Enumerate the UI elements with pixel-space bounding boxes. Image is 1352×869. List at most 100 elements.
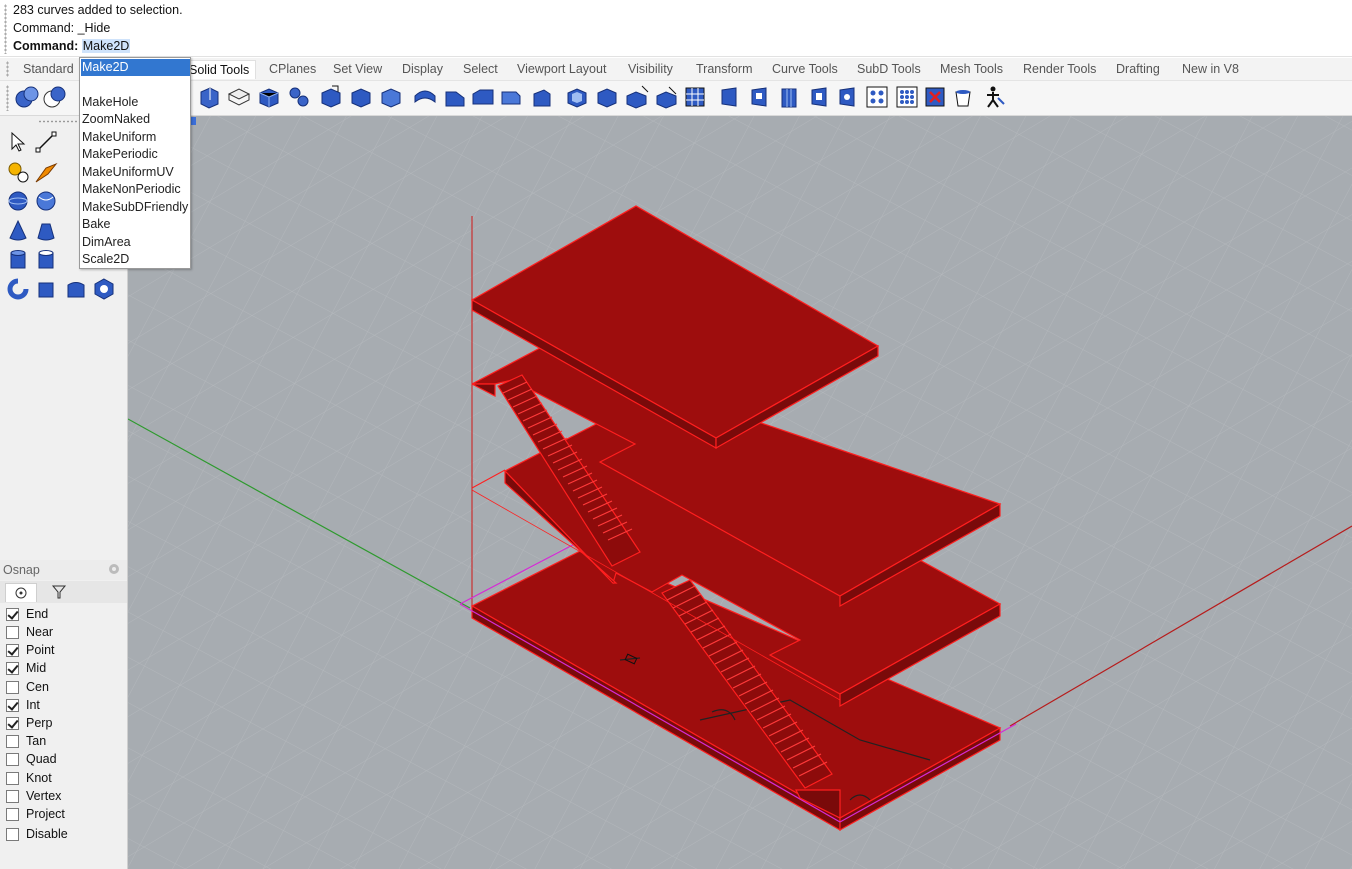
checkbox-quad[interactable] (6, 753, 19, 766)
autocomplete-item-scale2d[interactable]: Scale2D (81, 251, 190, 268)
wire-cut-icon[interactable] (654, 84, 680, 110)
osnap-panel-header: Osnap (0, 560, 127, 580)
cone-icon[interactable] (6, 218, 30, 242)
box-icon[interactable] (256, 84, 282, 110)
osnap-tabs (0, 581, 127, 603)
tower-icon[interactable] (776, 84, 802, 110)
tab-new-in-v8[interactable]: New in V8 (1182, 62, 1239, 76)
perspective-viewport[interactable] (128, 116, 1352, 869)
extrude-face-icon[interactable] (594, 84, 620, 110)
tab-display[interactable]: Display (402, 62, 443, 76)
checkbox-end[interactable] (6, 608, 19, 621)
tube-icon[interactable] (34, 248, 58, 272)
cylinder-icon[interactable] (6, 248, 30, 272)
autocomplete-item-dimarea[interactable]: DimArea (81, 234, 190, 251)
autocomplete-item-makeuniform[interactable]: MakeUniform (81, 129, 190, 146)
tab-solid-tools[interactable]: Solid Tools (182, 60, 257, 79)
tab-standard[interactable]: Standard (23, 62, 74, 76)
checkbox-disable[interactable] (6, 828, 19, 841)
tab-render-tools[interactable]: Render Tools (1023, 62, 1096, 76)
gear-tools-icon[interactable] (6, 160, 30, 184)
fillet-edge-icon[interactable] (412, 84, 438, 110)
autocomplete-item-make2d[interactable]: Make2D (81, 59, 190, 76)
variable-fillet-icon[interactable] (470, 84, 496, 110)
checkbox-project[interactable] (6, 808, 19, 821)
command-input[interactable]: Make2D (81, 39, 131, 53)
tab-transform[interactable]: Transform (696, 62, 753, 76)
checkbox-tan[interactable] (6, 735, 19, 748)
chamfer-edge-icon[interactable] (442, 84, 468, 110)
tab-select[interactable]: Select (463, 62, 498, 76)
extrude-surface-icon[interactable] (64, 277, 88, 301)
autocomplete-item-makenonperiodic[interactable]: MakeNonPeriodic (81, 181, 190, 198)
osnap-target-icon[interactable] (5, 583, 37, 602)
command-autocomplete-list: Make2D MakeHole ZoomNaked MakeUniform Ma… (79, 57, 191, 269)
select-arrow-icon[interactable] (6, 130, 30, 154)
tab-set-view[interactable]: Set View (333, 62, 382, 76)
command-area: 283 curves added to selection. Command: … (0, 0, 1352, 58)
cap-icon[interactable] (530, 84, 556, 110)
explode-icon[interactable] (34, 160, 58, 184)
command-prompt[interactable]: Command: Make2D (13, 37, 131, 55)
tab-viewport-layout[interactable]: Viewport Layout (517, 62, 606, 76)
tab-drafting[interactable]: Drafting (1116, 62, 1160, 76)
autocomplete-item-bake[interactable]: Bake (81, 216, 190, 233)
cube-faces-icon[interactable] (378, 84, 404, 110)
pipe-icon[interactable] (6, 277, 30, 301)
sphere-icon[interactable] (6, 189, 30, 213)
nut-icon[interactable] (92, 277, 116, 301)
viewport-canvas[interactable] (128, 116, 1352, 869)
checkbox-vertex[interactable] (6, 790, 19, 803)
tab-mesh-tools[interactable]: Mesh Tools (940, 62, 1003, 76)
split-face-icon[interactable] (624, 84, 650, 110)
command-grip[interactable] (4, 4, 7, 54)
boolean-union-icon[interactable] (42, 84, 68, 110)
grid-solid-icon[interactable] (682, 84, 708, 110)
tab-visibility[interactable]: Visibility (628, 62, 673, 76)
autocomplete-item-makeperiodic[interactable]: MakePeriodic (81, 146, 190, 163)
sphere-icon[interactable] (14, 84, 40, 110)
extrude-solid-icon[interactable] (34, 277, 58, 301)
autocomplete-item-zoomnaked[interactable]: ZoomNaked (81, 111, 190, 128)
ellipsoid-icon[interactable] (34, 189, 58, 213)
tab-cplanes[interactable]: CPlanes (269, 62, 316, 76)
checkbox-cen[interactable] (6, 681, 19, 694)
autocomplete-item-makesubdfriendly[interactable]: MakeSubDFriendly (81, 199, 190, 216)
cube-icon[interactable] (348, 84, 374, 110)
figure-icon[interactable] (980, 84, 1006, 110)
panel-window-icon[interactable] (806, 84, 832, 110)
extract-surface-icon[interactable] (196, 84, 222, 110)
delete-hole-icon[interactable] (922, 84, 948, 110)
checkbox-int[interactable] (6, 699, 19, 712)
tabbar-grip[interactable] (6, 61, 9, 77)
shell-icon[interactable] (564, 84, 590, 110)
blend-edge-icon[interactable] (498, 84, 524, 110)
gear-icon[interactable] (107, 562, 121, 576)
history-line-2: Command: _Hide (13, 21, 111, 35)
panel-extrude-icon[interactable] (746, 84, 772, 110)
slab-icon[interactable] (226, 84, 252, 110)
toolbar-tabs: Standard Solid Tools CPlanes Set View Di… (0, 58, 1352, 81)
checkbox-knot[interactable] (6, 772, 19, 785)
solid-tools-toolbar (0, 81, 1352, 116)
array-holes-icon[interactable] (864, 84, 890, 110)
filter-icon[interactable] (44, 583, 74, 601)
autocomplete-item-makehole[interactable]: MakeHole (81, 94, 190, 111)
panel-icon[interactable] (716, 84, 742, 110)
tab-curve-tools[interactable]: Curve Tools (772, 62, 838, 76)
line-icon[interactable] (34, 130, 58, 154)
truncated-cone-icon[interactable] (34, 218, 58, 242)
checkbox-point[interactable] (6, 644, 19, 657)
toolbar-grip[interactable] (6, 85, 9, 111)
autocomplete-item-makeuniformuv[interactable]: MakeUniformUV (81, 164, 190, 181)
panel-hole-icon[interactable] (834, 84, 860, 110)
cup-icon[interactable] (950, 84, 976, 110)
checkbox-perp[interactable] (6, 717, 19, 730)
array-grid-icon[interactable] (894, 84, 920, 110)
left-panel-grip[interactable] (38, 120, 78, 123)
move-face-icon[interactable] (318, 84, 344, 110)
checkbox-near[interactable] (6, 626, 19, 639)
tab-subd-tools[interactable]: SubD Tools (857, 62, 921, 76)
checkbox-mid[interactable] (6, 662, 19, 675)
gear-solid-icon[interactable] (286, 84, 312, 110)
